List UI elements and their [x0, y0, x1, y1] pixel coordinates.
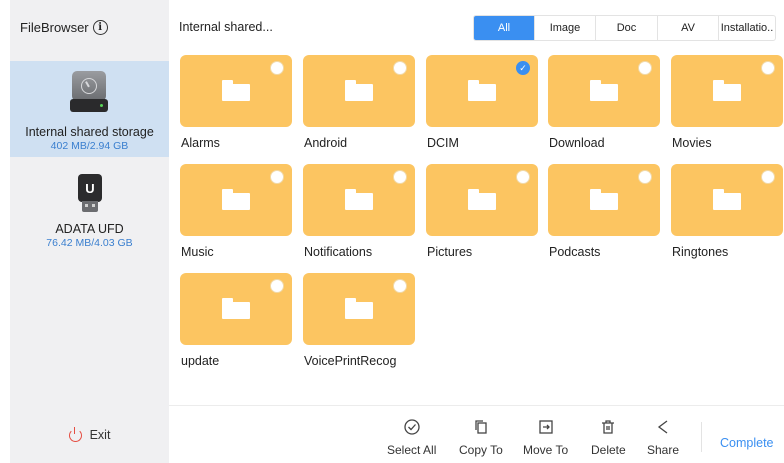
storage-size: 402 MB/2.94 GB: [50, 140, 129, 152]
folder-icon: [222, 189, 250, 210]
sidebar: FileBrowser i Internal shared storage 40…: [10, 0, 169, 463]
bottom-toolbar: Select All Copy To Move To Delete Share: [169, 405, 784, 463]
move-to-label: Move To: [523, 443, 569, 457]
app-title-text: FileBrowser: [20, 20, 89, 35]
share-label: Share: [647, 443, 680, 457]
folder-name: Pictures: [427, 245, 473, 259]
filter-tabs: All Image Doc AV Installatio..: [473, 15, 776, 41]
trash-icon: [599, 418, 617, 436]
storage-item-internal[interactable]: Internal shared storage 402 MB/2.94 GB: [10, 61, 169, 157]
share-button[interactable]: Share: [647, 418, 679, 457]
folder-name: Podcasts: [549, 245, 601, 259]
folder-name: Movies: [672, 136, 712, 150]
delete-label: Delete: [591, 443, 626, 457]
folder-icon: [713, 80, 741, 101]
select-all-icon: [403, 418, 421, 436]
copy-to-label: Copy To: [459, 443, 503, 457]
move-to-button[interactable]: Move To: [523, 418, 568, 457]
folder-name: Notifications: [304, 245, 373, 259]
select-checkbox[interactable]: [638, 170, 652, 184]
tab-av[interactable]: AV: [658, 16, 719, 40]
folder-name: Music: [181, 245, 214, 259]
delete-button[interactable]: Delete: [591, 418, 626, 457]
complete-button[interactable]: Complete: [720, 436, 774, 450]
folder-icon: [222, 80, 250, 101]
tab-all[interactable]: All: [474, 16, 535, 40]
folder-icon: [590, 80, 618, 101]
select-checkbox[interactable]: [393, 279, 407, 293]
folder-name: Android: [304, 136, 348, 150]
select-checkbox[interactable]: [516, 170, 530, 184]
folder-icon: [345, 189, 373, 210]
folder-name: DCIM: [427, 136, 459, 150]
folder-icon: [222, 298, 250, 319]
folder-name: Alarms: [181, 136, 220, 150]
folder-name: VoicePrintRecog: [304, 354, 397, 368]
folder-icon: [345, 80, 373, 101]
folder-icon: [713, 189, 741, 210]
info-icon[interactable]: i: [92, 20, 108, 35]
breadcrumb[interactable]: Internal shared...: [179, 20, 273, 34]
storage-size: 76.42 MB/4.03 GB: [46, 237, 133, 249]
folder-icon: [590, 189, 618, 210]
checked-icon[interactable]: ✓: [516, 61, 530, 75]
copy-icon: [472, 418, 490, 436]
select-all-label: Select All: [387, 443, 437, 457]
folder-name: update: [181, 354, 220, 368]
select-checkbox[interactable]: [393, 61, 407, 75]
folder-icon: [468, 189, 496, 210]
storage-name: Internal shared storage: [25, 125, 154, 139]
exit-button[interactable]: Exit: [10, 426, 169, 442]
storage-item-usb[interactable]: U ADATA UFD 76.42 MB/4.03 GB: [10, 157, 169, 253]
move-icon: [537, 418, 555, 436]
power-icon: [68, 426, 82, 442]
window-edge: [0, 0, 10, 463]
folder-icon: [468, 80, 496, 101]
tab-doc[interactable]: Doc: [596, 16, 658, 40]
select-checkbox[interactable]: [638, 61, 652, 75]
select-all-button[interactable]: Select All: [387, 418, 436, 457]
toolbar-divider: [701, 422, 702, 452]
select-checkbox[interactable]: [393, 170, 407, 184]
exit-label: Exit: [89, 428, 111, 442]
main-panel: Internal shared... All Image Doc AV Inst…: [169, 0, 784, 463]
app-title: FileBrowser i: [20, 20, 108, 35]
select-checkbox[interactable]: [270, 61, 284, 75]
tab-image[interactable]: Image: [535, 16, 596, 40]
tab-installation[interactable]: Installatio..: [719, 16, 775, 40]
select-checkbox[interactable]: [761, 170, 775, 184]
select-checkbox[interactable]: [270, 170, 284, 184]
copy-to-button[interactable]: Copy To: [459, 418, 503, 457]
usb-drive-icon: U: [78, 174, 102, 214]
share-icon: [654, 418, 672, 436]
select-checkbox[interactable]: [270, 279, 284, 293]
hard-disk-icon: [70, 71, 108, 113]
select-checkbox[interactable]: [761, 61, 775, 75]
folder-icon: [345, 298, 373, 319]
folder-name: Download: [549, 136, 605, 150]
folder-name: Ringtones: [672, 245, 729, 259]
storage-name: ADATA UFD: [55, 222, 124, 236]
